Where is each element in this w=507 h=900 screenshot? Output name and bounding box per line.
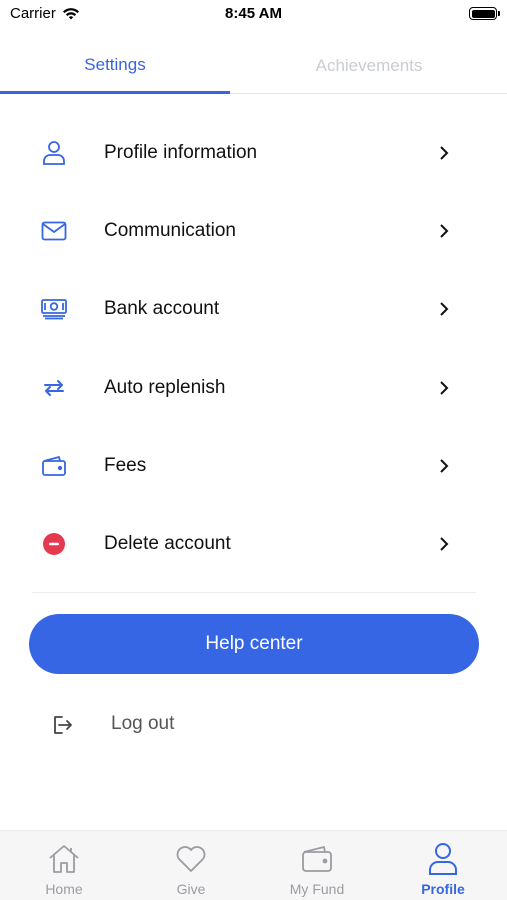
menu-item-bank-account[interactable]: Bank account bbox=[0, 270, 507, 348]
cash-icon bbox=[40, 295, 68, 323]
help-center-button[interactable]: Help center bbox=[29, 614, 479, 674]
nav-label: Home bbox=[45, 881, 83, 897]
logout-label: Log out bbox=[111, 713, 175, 734]
envelope-icon bbox=[40, 217, 68, 245]
chevron-right-icon bbox=[437, 458, 451, 474]
nav-give[interactable]: Give bbox=[141, 841, 241, 900]
nav-label: My Fund bbox=[289, 881, 345, 897]
nav-home[interactable]: Home bbox=[14, 841, 114, 900]
wallet-icon bbox=[299, 841, 335, 877]
divider bbox=[32, 592, 476, 593]
logout-icon bbox=[54, 716, 72, 734]
menu-item-delete-account[interactable]: Delete account bbox=[0, 505, 507, 583]
menu-item-label: Fees bbox=[104, 454, 147, 476]
chevron-right-icon bbox=[437, 301, 451, 317]
menu-item-label: Communication bbox=[104, 220, 236, 242]
wallet-icon bbox=[40, 452, 68, 480]
menu-item-fees[interactable]: Fees bbox=[0, 427, 507, 505]
tab-settings[interactable]: Settings bbox=[0, 38, 230, 94]
menu-item-communication[interactable]: Communication bbox=[0, 192, 507, 270]
nav-label: Give bbox=[176, 881, 206, 897]
menu-item-label: Delete account bbox=[104, 533, 231, 555]
battery-icon bbox=[469, 7, 500, 20]
repeat-icon bbox=[40, 374, 68, 402]
nav-profile[interactable]: Profile bbox=[393, 841, 493, 900]
status-time: 8:45 AM bbox=[225, 5, 282, 22]
user-icon bbox=[425, 841, 461, 877]
minus-circle-icon bbox=[40, 530, 68, 558]
bottom-nav: Home Give My Fund Profile bbox=[0, 830, 507, 900]
home-icon bbox=[46, 841, 82, 877]
menu-item-auto-replenish[interactable]: Auto replenish bbox=[0, 349, 507, 427]
chevron-right-icon bbox=[437, 380, 451, 396]
menu-item-label: Bank account bbox=[104, 298, 220, 320]
user-icon bbox=[40, 139, 68, 167]
chevron-right-icon bbox=[437, 223, 451, 239]
menu-item-label: Profile information bbox=[104, 142, 258, 164]
menu-item-profile-information[interactable]: Profile information bbox=[0, 114, 507, 192]
menu-item-label: Auto replenish bbox=[104, 376, 226, 398]
chevron-right-icon bbox=[437, 145, 451, 161]
chevron-right-icon bbox=[437, 536, 451, 552]
heart-icon bbox=[173, 841, 209, 877]
settings-menu: Profile information Communication Bank a… bbox=[0, 114, 507, 583]
tab-achievements[interactable]: Achievements bbox=[254, 38, 484, 94]
nav-label: Profile bbox=[421, 881, 465, 897]
status-bar: Carrier 8:45 AM bbox=[0, 0, 507, 30]
top-tab-bar: Settings Achievements bbox=[0, 38, 507, 94]
logout-row[interactable]: Log out bbox=[0, 700, 507, 750]
nav-my-fund[interactable]: My Fund bbox=[267, 841, 367, 900]
